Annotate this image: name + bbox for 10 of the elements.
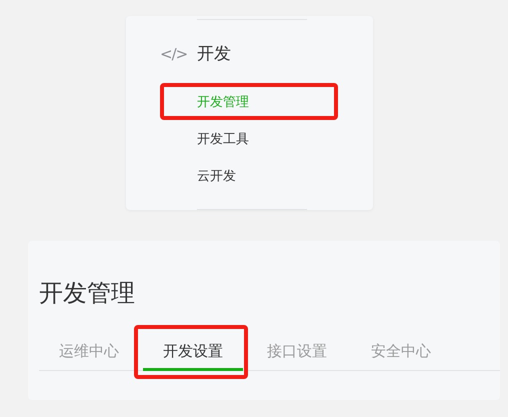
tab[interactable]: 安全中心 [351, 335, 451, 371]
menu-item[interactable]: 开发工具 [160, 120, 338, 158]
code-icon: </> [160, 44, 197, 62]
menu-item[interactable]: 云开发 [160, 157, 338, 194]
tab[interactable]: 运维中心 [39, 335, 139, 371]
tab[interactable]: 接口设置 [247, 335, 347, 371]
menu-item[interactable]: 开发管理 [160, 83, 338, 120]
tab[interactable]: 开发设置 [143, 335, 243, 371]
page-title: 开发管理 [39, 278, 136, 309]
menu-title: 开发 [197, 43, 231, 65]
